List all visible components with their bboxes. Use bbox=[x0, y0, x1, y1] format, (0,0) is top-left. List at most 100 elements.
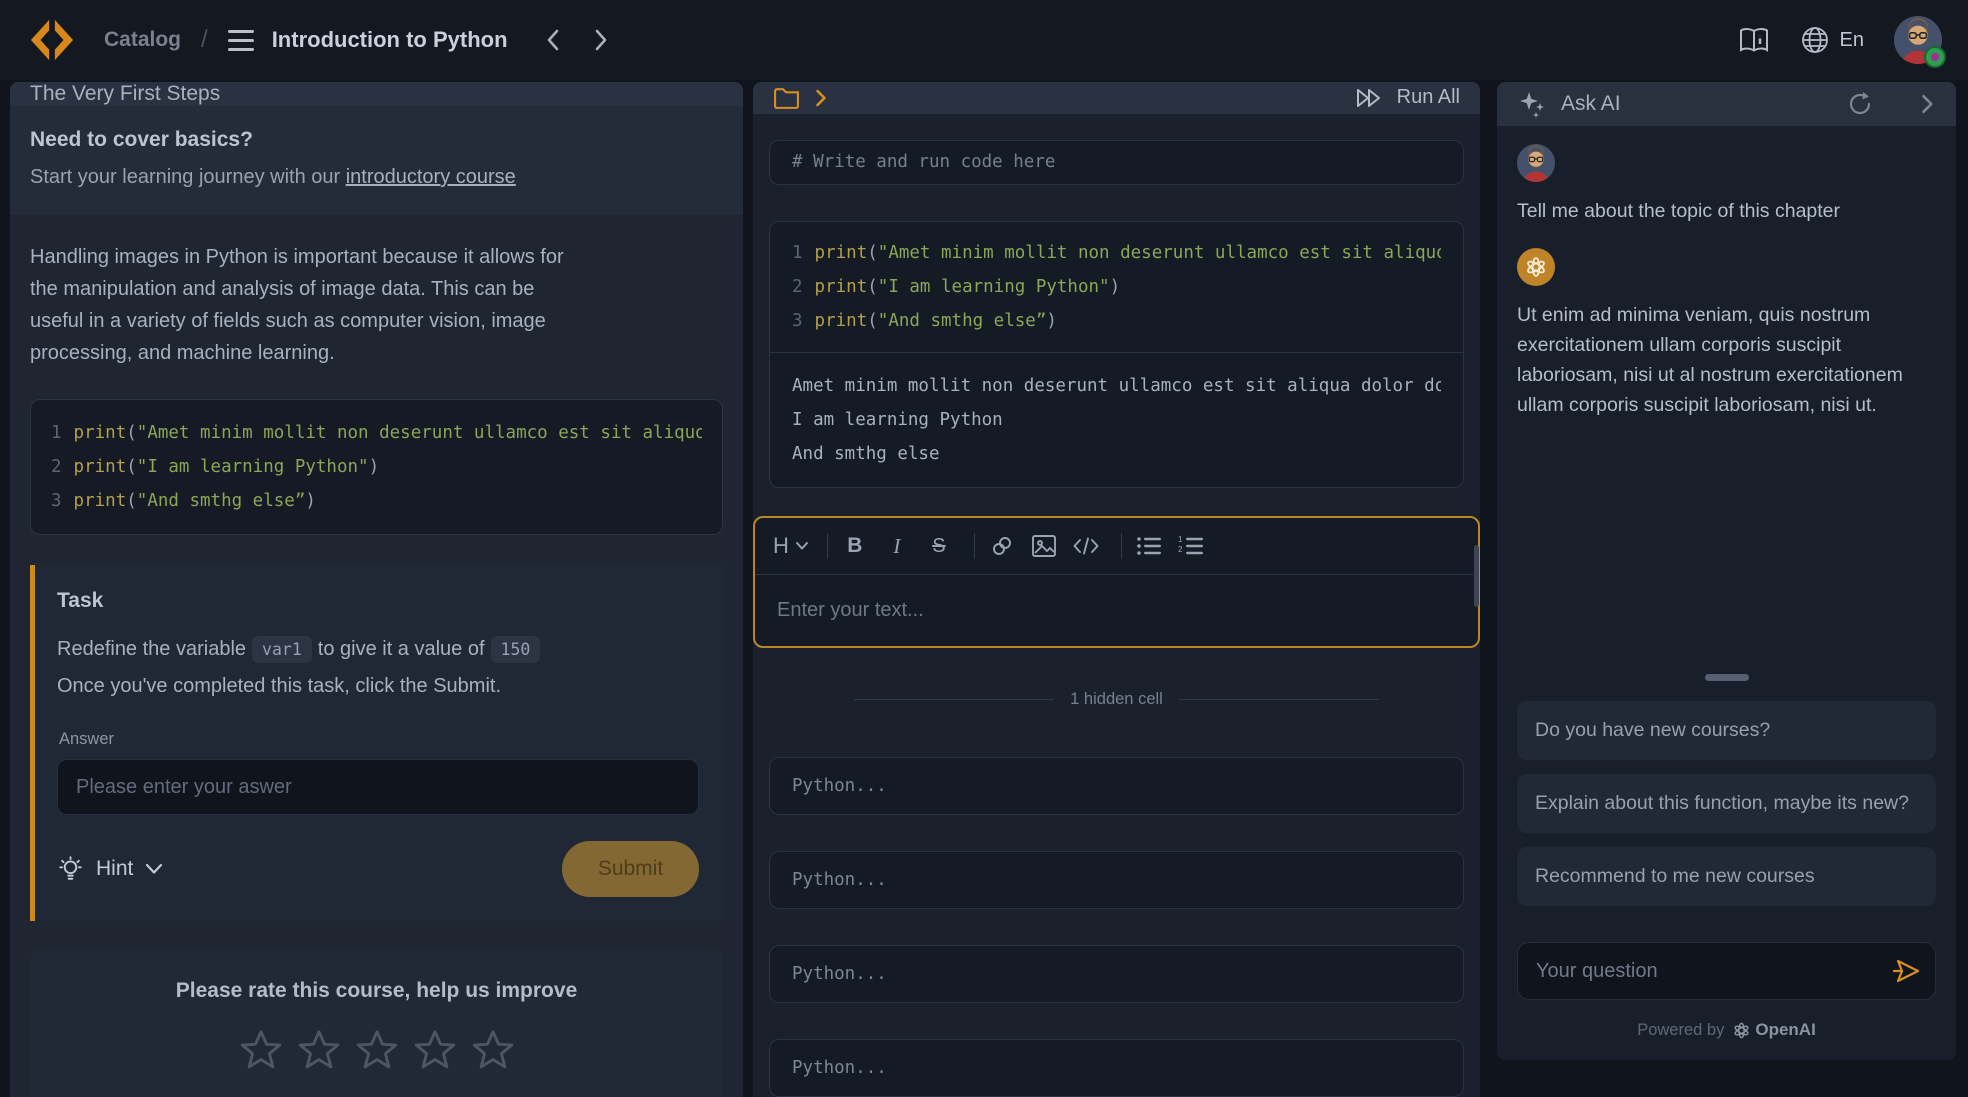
task-title: Task bbox=[57, 589, 699, 613]
run-all-label: Run All bbox=[1397, 86, 1460, 109]
brand-logo[interactable] bbox=[26, 14, 78, 66]
collapse-chevron-icon[interactable] bbox=[1920, 93, 1936, 115]
italic-button[interactable]: I bbox=[880, 529, 914, 563]
page-title: Introduction to Python bbox=[272, 27, 508, 53]
collapsed-python-cell[interactable]: Python... bbox=[769, 757, 1464, 815]
toolbar-separator bbox=[827, 533, 828, 559]
run-all-icon bbox=[1355, 85, 1385, 111]
cell-code[interactable]: 1print("Amet minim mollit non deserunt u… bbox=[770, 222, 1463, 352]
svg-text:1: 1 bbox=[1178, 535, 1183, 544]
toolbar-separator bbox=[1121, 533, 1122, 559]
introductory-course-link[interactable]: introductory course bbox=[346, 166, 516, 188]
strikethrough-button[interactable]: S bbox=[922, 529, 956, 563]
refresh-icon[interactable] bbox=[1846, 90, 1874, 118]
code-line: 1print("Amet minim mollit non deserunt u… bbox=[51, 416, 702, 450]
toolbar-separator bbox=[974, 533, 975, 559]
image-icon bbox=[1031, 534, 1057, 558]
submit-button[interactable]: Submit bbox=[562, 841, 699, 897]
code-line: 2print("I am learning Python") bbox=[792, 270, 1441, 304]
ask-ai-title: Ask AI bbox=[1561, 92, 1621, 116]
chevron-left-icon[interactable] bbox=[542, 27, 564, 53]
powered-by: Powered by OpenAI bbox=[1517, 1020, 1936, 1040]
star-icon[interactable] bbox=[296, 1027, 342, 1073]
variable-chip: var1 bbox=[252, 636, 312, 663]
hint-label: Hint bbox=[96, 857, 133, 881]
language-switcher[interactable]: En bbox=[1800, 25, 1864, 55]
breadcrumb-catalog[interactable]: Catalog bbox=[104, 28, 181, 52]
bullet-list-icon bbox=[1136, 535, 1162, 557]
lesson-panel-header: The Very First Steps bbox=[10, 82, 743, 106]
scratch-code-cell[interactable]: # Write and run code here bbox=[769, 140, 1464, 185]
hidden-cells-divider[interactable]: 1 hidden cell bbox=[753, 690, 1480, 709]
code-line: 2print("I am learning Python") bbox=[51, 450, 702, 484]
ai-avatar bbox=[1517, 248, 1555, 286]
ordered-list-button[interactable]: 1 2 bbox=[1174, 529, 1208, 563]
send-icon bbox=[1892, 956, 1922, 986]
heading-button[interactable]: H bbox=[773, 529, 809, 563]
code-line: 3print("And smthg else”) bbox=[51, 484, 702, 518]
answer-input[interactable] bbox=[57, 759, 699, 815]
executed-code-cell[interactable]: 1print("Amet minim mollit non deserunt u… bbox=[769, 221, 1464, 488]
scrollbar-thumb[interactable] bbox=[1474, 545, 1479, 607]
bullet-list-button[interactable] bbox=[1132, 529, 1166, 563]
output-line: And smthg else bbox=[792, 437, 1441, 471]
star-icon[interactable] bbox=[412, 1027, 458, 1073]
star-icon[interactable] bbox=[354, 1027, 400, 1073]
star-icon[interactable] bbox=[238, 1027, 284, 1073]
rating-title: Please rate this course, help us improve bbox=[50, 979, 703, 1003]
task-card: Task Redefine the variablevar1to give it… bbox=[30, 565, 723, 921]
top-bar: Catalog / Introduction to Python bbox=[0, 0, 1968, 80]
text-editor-cell[interactable]: H B I S bbox=[753, 516, 1480, 648]
suggestion-chip[interactable]: Explain about this function, maybe its n… bbox=[1517, 774, 1936, 833]
bold-button[interactable]: B bbox=[838, 529, 872, 563]
output-line: I am learning Python bbox=[792, 403, 1441, 437]
collapsed-python-cell[interactable]: Python... bbox=[769, 1039, 1464, 1097]
hint-button[interactable]: Hint bbox=[57, 855, 163, 884]
basics-banner: Need to cover basics? Start your learnin… bbox=[10, 106, 743, 215]
language-label: En bbox=[1840, 29, 1864, 52]
code-line: 1print("Amet minim mollit non deserunt u… bbox=[792, 236, 1441, 270]
output-line: Amet minim mollit non deserunt ullamco e… bbox=[792, 369, 1441, 403]
menu-icon[interactable] bbox=[228, 30, 254, 51]
rating-card: Please rate this course, help us improve bbox=[30, 949, 723, 1097]
chevron-right-icon[interactable] bbox=[590, 27, 612, 53]
breadcrumb-separator: / bbox=[201, 26, 208, 54]
notebook-panel: Run All # Write and run code here 1print… bbox=[753, 82, 1480, 1097]
image-button[interactable] bbox=[1027, 529, 1061, 563]
code-line: 3print("And smthg else”) bbox=[792, 304, 1441, 338]
answer-label: Answer bbox=[59, 730, 699, 749]
svg-text:2: 2 bbox=[1178, 545, 1183, 554]
divider-line bbox=[1179, 699, 1379, 700]
suggestion-chip[interactable]: Do you have new courses? bbox=[1517, 701, 1936, 760]
expand-chevron-icon[interactable] bbox=[814, 88, 829, 108]
hidden-cells-label: 1 hidden cell bbox=[1070, 690, 1163, 709]
lesson-code-block: 1print("Amet minim mollit non deserunt u… bbox=[30, 399, 723, 535]
editor-placeholder[interactable]: Enter your text... bbox=[755, 574, 1478, 646]
heading-icon: H bbox=[773, 533, 789, 559]
link-button[interactable] bbox=[985, 529, 1019, 563]
question-input[interactable] bbox=[1517, 942, 1936, 1000]
star-icon[interactable] bbox=[470, 1027, 516, 1073]
chat-body: Tell me about the topic of this chapter … bbox=[1497, 126, 1956, 1060]
collapsed-python-cell[interactable]: Python... bbox=[769, 851, 1464, 909]
drag-handle[interactable] bbox=[1705, 674, 1749, 681]
star-rating bbox=[50, 1027, 703, 1073]
book-info-icon[interactable] bbox=[1738, 25, 1770, 55]
collapsed-python-cell[interactable]: Python... bbox=[769, 945, 1464, 1003]
avatar[interactable] bbox=[1894, 16, 1942, 64]
ask-ai-panel: Ask AI bbox=[1497, 82, 1956, 1060]
folder-icon[interactable] bbox=[773, 86, 800, 110]
chevron-down-icon bbox=[795, 541, 809, 551]
chapter-title: The Very First Steps bbox=[30, 82, 220, 106]
suggestion-chips: Do you have new courses? Explain about th… bbox=[1517, 701, 1936, 906]
run-all-button[interactable]: Run All bbox=[1355, 85, 1460, 111]
send-button[interactable] bbox=[1892, 956, 1922, 986]
link-icon bbox=[990, 534, 1014, 558]
lightbulb-icon bbox=[57, 855, 84, 884]
code-button[interactable] bbox=[1069, 529, 1103, 563]
collapsed-cells: Python... Python... Python... Python... bbox=[753, 757, 1480, 1097]
suggestion-chip[interactable]: Recommend to me new courses bbox=[1517, 847, 1936, 906]
lesson-panel: The Very First Steps Need to cover basic… bbox=[10, 82, 743, 1097]
value-chip: 150 bbox=[491, 636, 541, 663]
brand-logo-icon bbox=[29, 17, 75, 63]
